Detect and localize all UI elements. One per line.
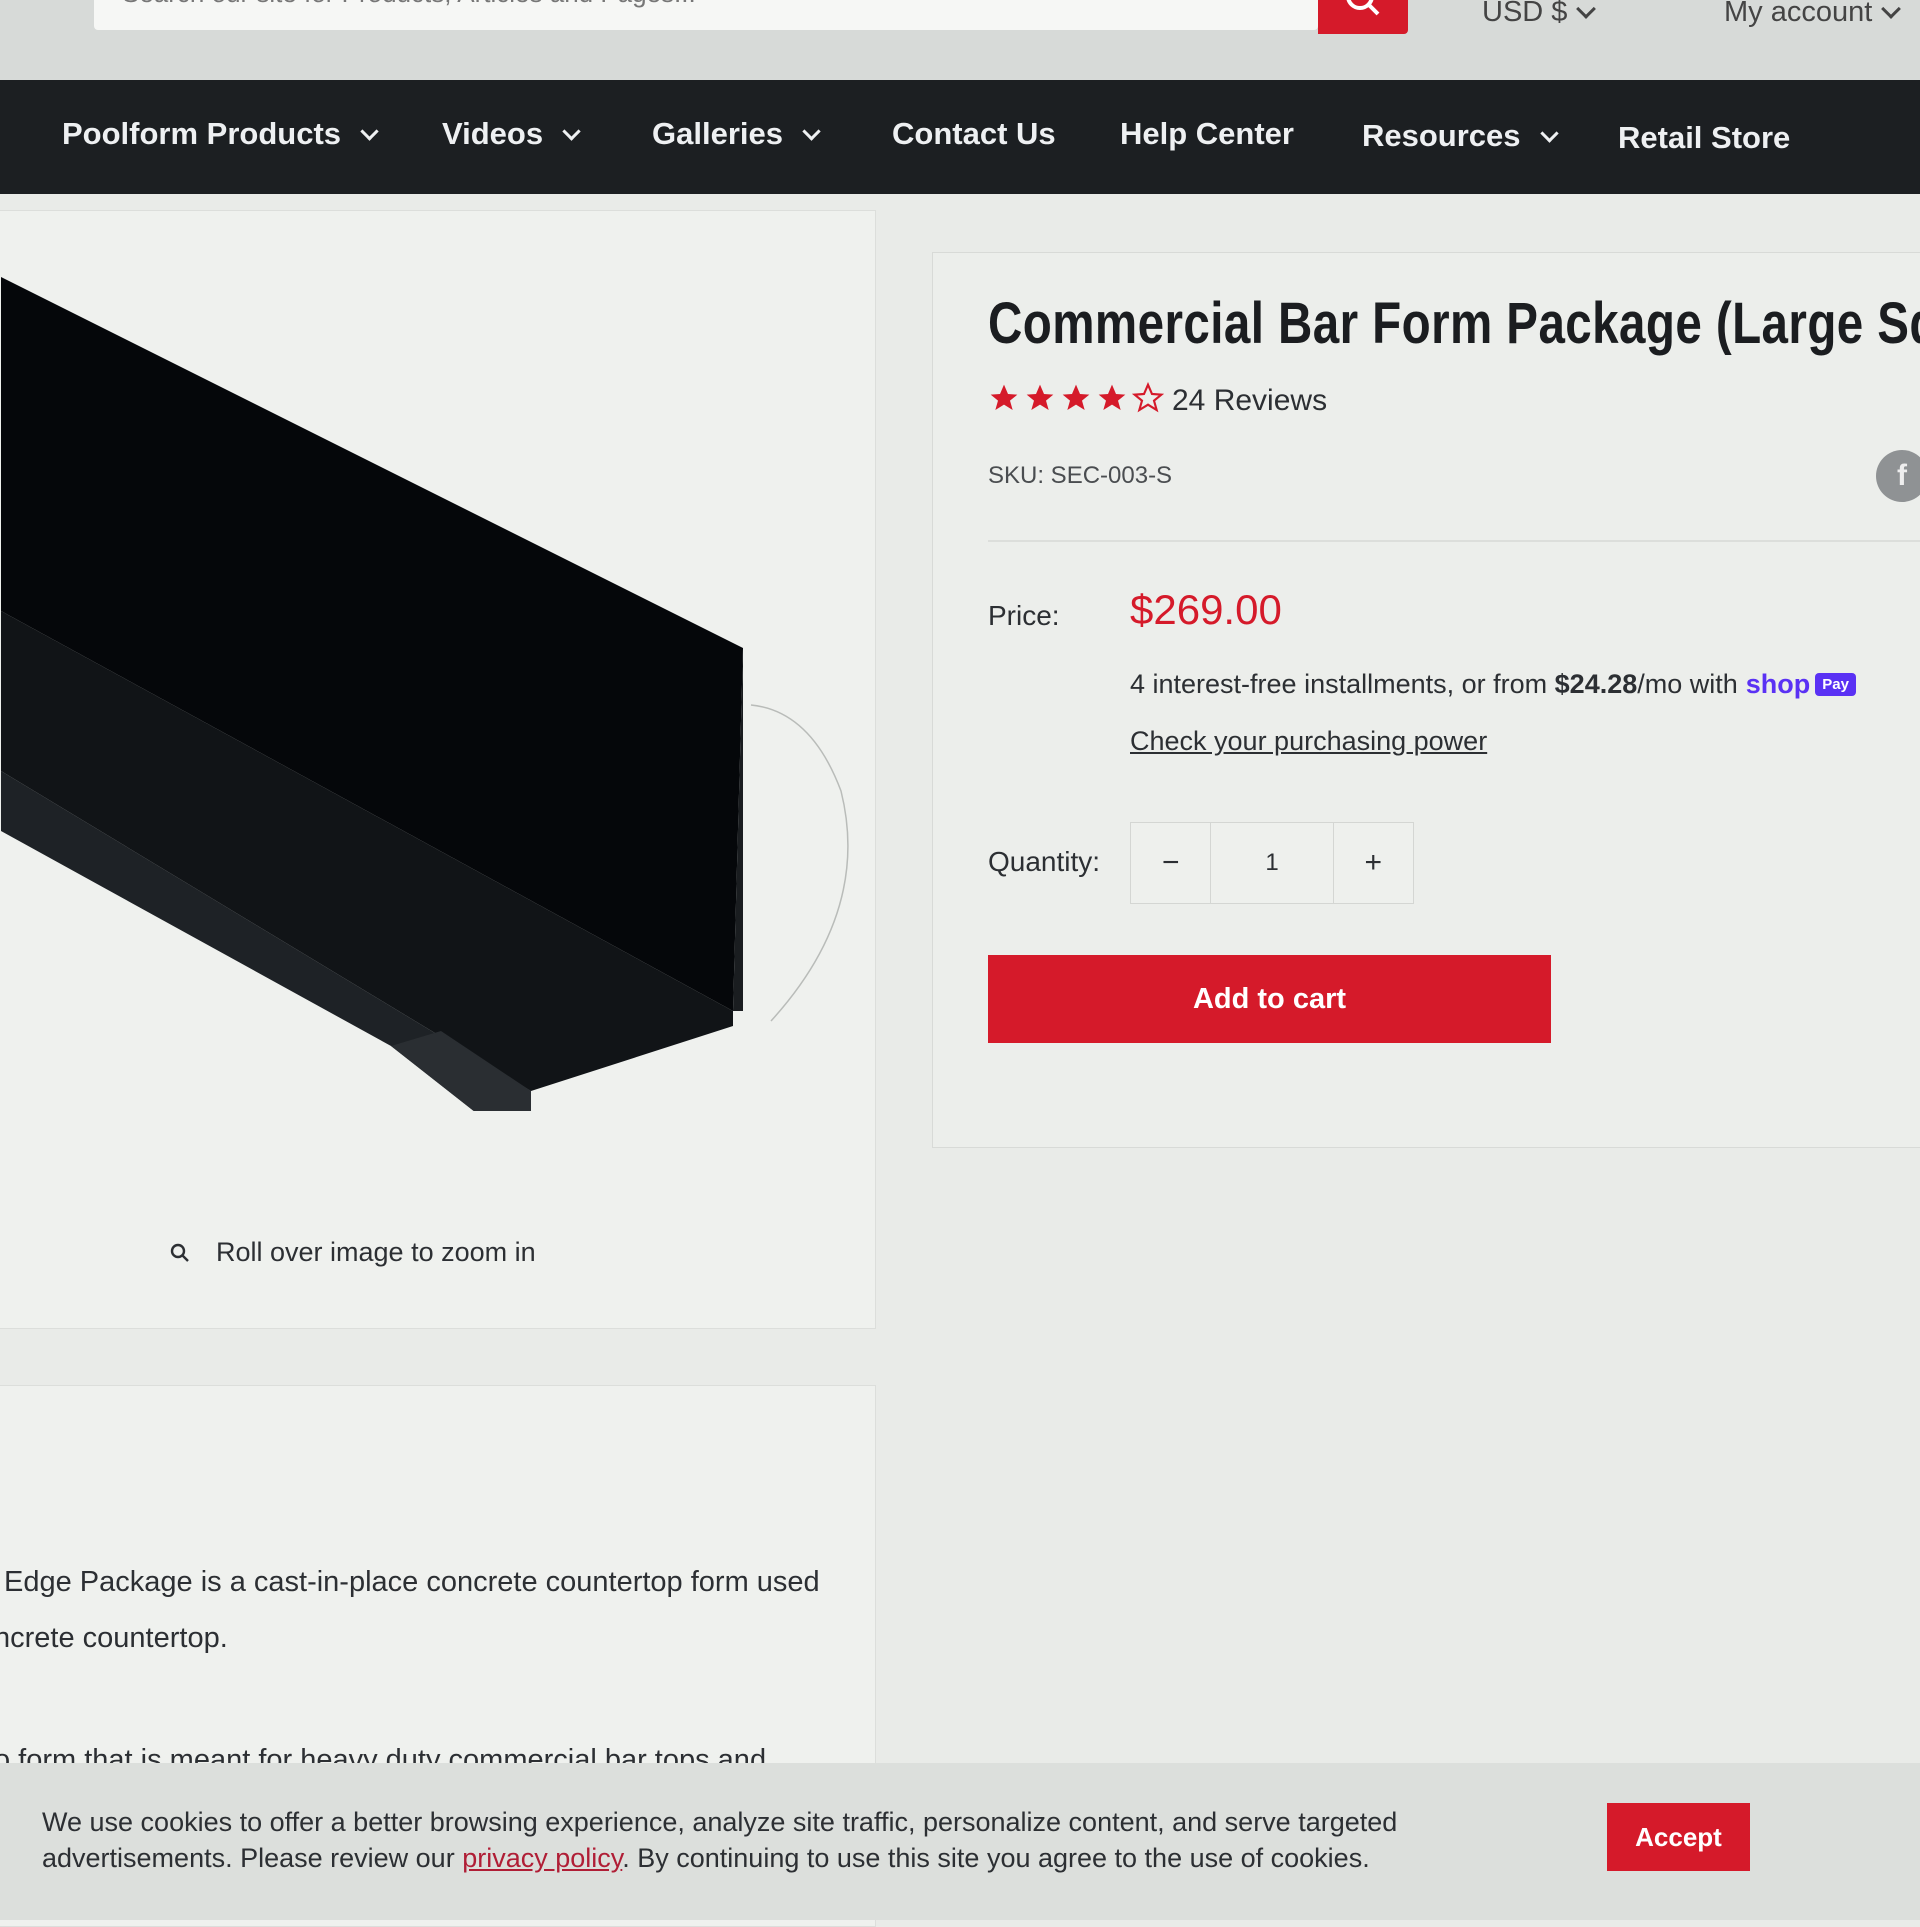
search-input[interactable]: Search our site for Products, Articles a…: [94, 0, 1318, 30]
star-filled-icon: [1098, 384, 1126, 410]
shop-pay-logo: shop: [1745, 669, 1811, 699]
search-placeholder: Search our site for Products, Articles a…: [122, 0, 696, 9]
shop-pay-badge: Pay: [1815, 673, 1856, 696]
currency-label: USD $: [1482, 0, 1568, 28]
top-utility-bar: Search our site for Products, Articles a…: [0, 0, 1920, 80]
product-title: Commercial Bar Form Package (Large Squar: [988, 291, 1920, 356]
product-price: $269.00: [1130, 586, 1282, 633]
cookie-text-after: . By continuing to use this site you agr…: [622, 1843, 1370, 1873]
nav-label: Videos: [442, 116, 544, 151]
magnifier-icon: [170, 1243, 189, 1262]
product-image-panel: [0, 210, 876, 1329]
chevron-down-icon: [360, 121, 379, 141]
nav-galleries[interactable]: Galleries: [652, 116, 821, 152]
nav-resources[interactable]: Resources: [1362, 118, 1559, 154]
facebook-share-icon[interactable]: f: [1876, 450, 1920, 502]
description-line: ncrete countertop.: [0, 1622, 228, 1654]
zoom-hint: Roll over image to zoom in: [170, 1237, 536, 1268]
nav-contact-us[interactable]: Contact Us: [892, 116, 1056, 152]
nav-label: Poolform Products: [62, 116, 342, 151]
purchasing-power-link[interactable]: Check your purchasing power: [1130, 726, 1487, 757]
product-sku: SKU: SEC-003-S: [988, 462, 1173, 489]
search-icon: [1346, 0, 1380, 16]
installments-amount: $24.28: [1554, 669, 1638, 699]
main-nav: Poolform Products Videos Galleries Conta…: [0, 80, 1920, 194]
chevron-down-icon: [1539, 123, 1559, 143]
accept-cookies-button[interactable]: Accept: [1607, 1803, 1750, 1871]
account-label: My account: [1724, 0, 1873, 28]
nav-label: Retail Store: [1618, 120, 1791, 155]
currency-selector[interactable]: USD $: [1482, 0, 1597, 29]
reviews-link[interactable]: 24 Reviews: [1172, 384, 1327, 418]
nav-label: Contact Us: [892, 116, 1056, 151]
quantity-stepper: − 1 +: [1130, 822, 1414, 904]
add-to-cart-button[interactable]: Add to cart: [988, 955, 1551, 1043]
nav-retail-store[interactable]: Retail Store: [1618, 120, 1790, 156]
chevron-down-icon: [802, 121, 821, 141]
account-menu[interactable]: My account: [1724, 0, 1902, 29]
quantity-input[interactable]: 1: [1210, 823, 1334, 903]
star-empty-icon: [1132, 382, 1164, 413]
nav-help-center[interactable]: Help Center: [1120, 116, 1294, 152]
star-filled-icon: [990, 384, 1018, 410]
price-label: Price:: [988, 600, 1060, 631]
description-line: Edge Package is a cast-in-place concrete…: [4, 1566, 820, 1598]
rating-stars[interactable]: [988, 382, 1164, 414]
nav-videos[interactable]: Videos: [442, 116, 581, 152]
installments-suffix: /mo with: [1637, 669, 1738, 699]
chevron-down-icon: [1881, 0, 1902, 19]
search-button[interactable]: [1318, 0, 1408, 34]
cookie-text: We use cookies to offer a better browsin…: [42, 1804, 1572, 1876]
chevron-down-icon: [562, 121, 581, 141]
star-filled-icon: [1062, 384, 1090, 410]
product-image[interactable]: [0, 211, 875, 1111]
nav-label: Galleries: [652, 116, 783, 151]
installments-prefix: 4 interest-free installments, or from: [1130, 669, 1555, 699]
installments-info: 4 interest-free installments, or from $2…: [1130, 669, 1856, 700]
quantity-label: Quantity:: [988, 846, 1101, 877]
quantity-decrease-button[interactable]: −: [1131, 823, 1210, 903]
quantity-increase-button[interactable]: +: [1334, 823, 1413, 903]
divider: [988, 540, 1920, 542]
nav-poolform-products[interactable]: Poolform Products: [62, 116, 379, 152]
chevron-down-icon: [1576, 0, 1597, 19]
privacy-policy-link[interactable]: privacy policy: [462, 1843, 622, 1873]
zoom-hint-text: Roll over image to zoom in: [216, 1237, 536, 1267]
star-filled-icon: [1026, 384, 1054, 410]
nav-label: Resources: [1362, 118, 1521, 153]
nav-label: Help Center: [1120, 116, 1294, 151]
